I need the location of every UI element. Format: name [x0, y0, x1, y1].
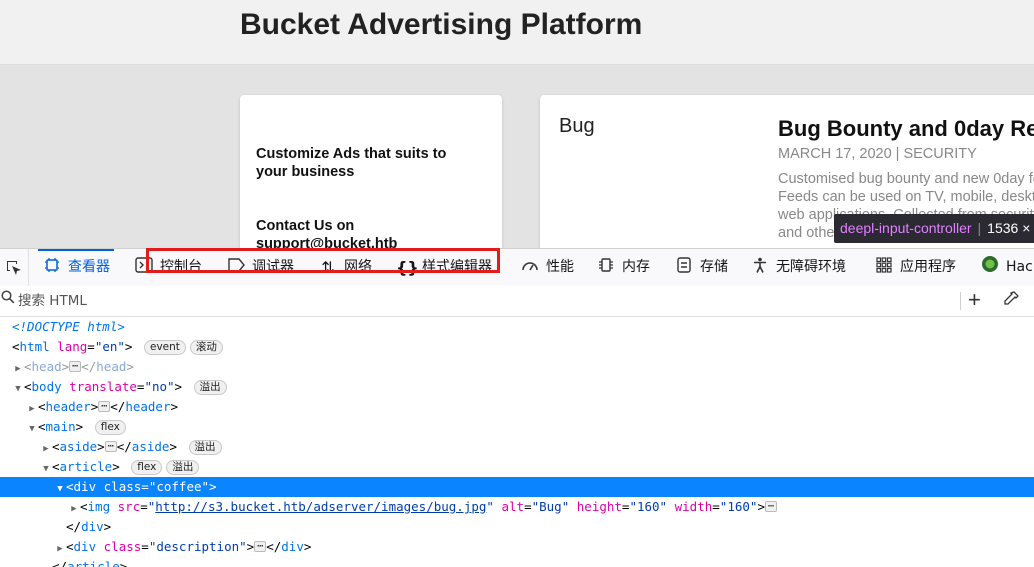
tab-application[interactable]: 应用程序 — [874, 249, 956, 286]
tab-debugger[interactable]: 调试器 — [226, 249, 294, 286]
site-header: Bucket Advertising Platform — [0, 0, 1034, 65]
tree-node-header[interactable]: ▶ <header> ⋯ </header> — [0, 397, 1034, 417]
tab-network[interactable]: ⇅ 网络 — [318, 249, 372, 286]
ellipsis-icon[interactable]: ⋯ — [104, 441, 117, 452]
storage-icon — [674, 249, 694, 286]
tab-label: 样式编辑器 — [422, 259, 492, 275]
html-search-bar: + — [0, 286, 1034, 317]
tab-label: 网络 — [344, 259, 372, 275]
tab-label: 调试器 — [252, 259, 294, 275]
inspector-icon — [42, 249, 62, 286]
scroll-badge[interactable]: 滚动 — [189, 340, 223, 355]
tree-node-body[interactable]: ▼ <body translate="no"> 溢出 — [0, 377, 1034, 397]
html-search-input[interactable] — [18, 291, 918, 311]
element-picker-icon[interactable] — [0, 249, 29, 286]
memory-icon — [596, 249, 616, 286]
application-icon — [874, 249, 894, 286]
expand-arrow-icon[interactable]: ▶ — [68, 499, 80, 519]
tree-node-article[interactable]: ▼ <article> flex 溢出 — [0, 457, 1034, 477]
devtools-panel: 查看器 控制台 调试器 ⇅ 网络 {} 样式编辑器 性能 内存 存储 无障碍环境 应… — [0, 248, 1034, 567]
ellipsis-icon[interactable]: ⋯ — [764, 501, 777, 512]
overflow-badge[interactable]: 溢出 — [188, 440, 222, 455]
debugger-icon — [226, 249, 246, 286]
tab-hackbar[interactable]: HackBar — [980, 249, 1034, 286]
tab-performance[interactable]: 性能 — [520, 249, 574, 286]
article-image-alt: Bug — [559, 115, 595, 137]
tree-node-div-description[interactable]: ▶ <div class="description"> ⋯ </div> — [0, 537, 1034, 557]
tab-label: 应用程序 — [900, 259, 956, 275]
accessibility-icon — [750, 249, 770, 286]
flex-badge[interactable]: flex — [94, 420, 126, 435]
element-tooltip: deepl-input-controller|1536 × 0 — [834, 214, 1034, 243]
tooltip-tag: deepl-input-controller — [840, 220, 972, 236]
expand-arrow-icon[interactable]: ▶ — [40, 439, 52, 459]
tree-node-doctype[interactable]: <!DOCTYPE html> — [0, 317, 1034, 337]
expand-arrow-icon[interactable]: ▶ — [12, 359, 24, 379]
collapse-arrow-icon[interactable]: ▼ — [12, 379, 24, 399]
tree-node-aside[interactable]: ▶ <aside> ⋯ </aside> 溢出 — [0, 437, 1034, 457]
tab-style-editor[interactable]: {} 样式编辑器 — [396, 249, 492, 286]
collapse-arrow-icon[interactable]: ▼ — [54, 479, 66, 499]
event-badge[interactable]: event — [143, 340, 186, 355]
tab-label: 存储 — [700, 259, 728, 275]
toolbar-divider — [960, 292, 961, 310]
tab-storage[interactable]: 存储 — [674, 249, 728, 286]
tab-label: HackBar — [1006, 259, 1034, 275]
add-node-icon[interactable]: + — [968, 288, 981, 312]
article-title[interactable]: Bug Bounty and 0day Research — [778, 116, 1034, 142]
tree-node-img[interactable]: ▶ <img src="http://s3.bucket.htb/adserver… — [0, 497, 1034, 517]
console-icon — [134, 249, 154, 286]
aside-tagline: Customize Ads that suits to your busines… — [256, 146, 447, 180]
ellipsis-icon[interactable]: ⋯ — [254, 541, 267, 552]
tab-accessibility[interactable]: 无障碍环境 — [750, 249, 846, 286]
overflow-badge[interactable]: 溢出 — [193, 380, 227, 395]
performance-icon — [520, 249, 540, 286]
page-title: Bucket Advertising Platform — [240, 8, 643, 41]
img-src-link[interactable]: http://s3.bucket.htb/adserver/images/bug… — [155, 499, 486, 514]
tree-node-head[interactable]: ▶ <head> ⋯ </head> — [0, 357, 1034, 377]
ellipsis-icon[interactable]: ⋯ — [69, 361, 82, 372]
tab-inspector[interactable]: 查看器 — [38, 249, 114, 286]
hackbar-icon — [980, 249, 1000, 286]
network-icon: ⇅ — [321, 258, 335, 277]
tree-node-main[interactable]: ▼ <main> flex — [0, 417, 1034, 437]
article-meta: MARCH 17, 2020 | SECURITY — [778, 146, 977, 162]
expand-arrow-icon[interactable]: ▶ — [54, 539, 66, 559]
flex-badge[interactable]: flex — [131, 460, 163, 475]
tree-node-div-close[interactable]: </div> — [0, 517, 1034, 537]
tree-node-div-coffee[interactable]: ▼ <div class="coffee"> — [0, 477, 1034, 497]
overflow-badge[interactable]: 溢出 — [166, 460, 200, 475]
style-editor-icon: {} — [396, 258, 419, 277]
search-icon — [1, 290, 15, 308]
markup-tree: <!DOCTYPE html> <html lang="en"> event 滚动… — [0, 317, 1034, 567]
expand-arrow-icon[interactable]: ▶ — [26, 399, 38, 419]
tooltip-size: 1536 × 0 — [987, 220, 1034, 236]
collapse-arrow-icon[interactable]: ▼ — [26, 419, 38, 439]
tab-label: 控制台 — [160, 259, 202, 275]
tab-label: 无障碍环境 — [776, 259, 846, 275]
tab-label: 查看器 — [68, 259, 110, 275]
tab-memory[interactable]: 内存 — [596, 249, 650, 286]
tab-console[interactable]: 控制台 — [134, 249, 202, 286]
aside-card: Customize Ads that suits to your busines… — [240, 95, 502, 248]
eyedropper-icon[interactable] — [1003, 291, 1019, 312]
tab-label: 内存 — [622, 259, 650, 275]
devtools-toolbar: 查看器 控制台 调试器 ⇅ 网络 {} 样式编辑器 性能 内存 存储 无障碍环境 应… — [0, 249, 1034, 287]
aside-contact: Contact Us on support@bucket.htb — [256, 218, 398, 248]
tab-label: 性能 — [546, 259, 574, 275]
collapse-arrow-icon[interactable]: ▼ — [40, 459, 52, 479]
tree-node-html[interactable]: <html lang="en"> event 滚动 — [0, 337, 1034, 357]
ellipsis-icon[interactable]: ⋯ — [98, 401, 111, 412]
